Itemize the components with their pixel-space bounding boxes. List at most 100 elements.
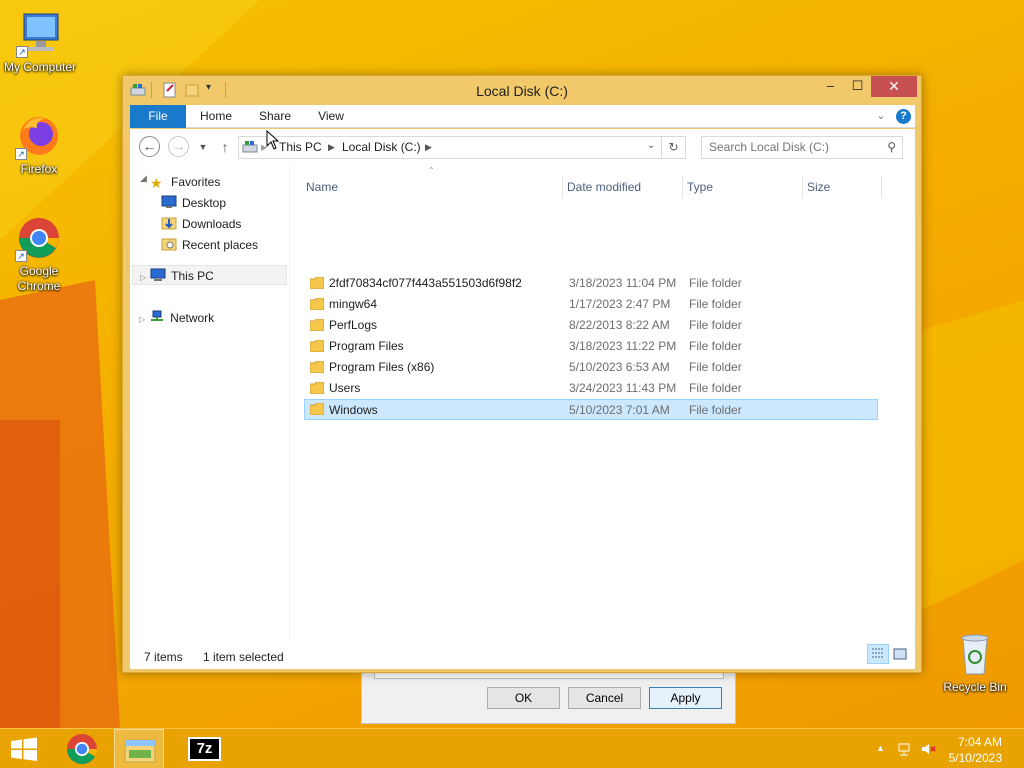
close-button[interactable]: ✕ — [871, 76, 917, 97]
firefox-icon: ↗ — [15, 112, 63, 160]
file-type: File folder — [689, 403, 742, 417]
folder-icon — [310, 382, 324, 394]
desktop-icon-label: Google Chrome — [17, 264, 61, 293]
clock[interactable]: 7:04 AM 5/10/2023 — [949, 734, 1002, 766]
tab-file[interactable]: File — [130, 105, 186, 128]
file-explorer-icon — [124, 739, 156, 763]
nav-desktop[interactable]: Desktop — [161, 193, 226, 213]
star-icon: ★ — [150, 175, 163, 191]
status-bar: 7 items 1 item selected — [130, 639, 915, 669]
desktop-icon-firefox[interactable]: ↗ Firefox — [0, 112, 79, 177]
nav-this-pc-label: This PC — [171, 269, 214, 283]
desktop-icon-label: My Computer — [3, 60, 77, 74]
expand-arrow-icon[interactable]: ▷ — [140, 273, 146, 282]
tab-view[interactable]: View — [309, 105, 353, 128]
nav-this-pc[interactable]: ▷ This PC — [132, 265, 287, 285]
desktop-icon-recycle-bin[interactable]: Recycle Bin — [935, 630, 1015, 695]
forward-button[interactable]: → — [168, 136, 189, 157]
address-dropdown-icon[interactable]: ⌄ — [647, 140, 655, 151]
network-status-icon[interactable] — [897, 741, 913, 760]
file-name: PerfLogs — [329, 318, 378, 332]
breadcrumb-this-pc[interactable]: This PC — [279, 140, 322, 154]
file-date: 3/18/2023 11:22 PM — [569, 339, 677, 353]
search-box[interactable]: ⚲ — [701, 136, 903, 159]
breadcrumb-separator-icon[interactable]: ▶ — [328, 142, 335, 153]
file-type: File folder — [689, 318, 742, 332]
desktop-icon-my-computer[interactable]: ↗ My Computer — [0, 10, 80, 75]
desktop-icon — [161, 195, 177, 209]
taskbar-chrome[interactable] — [57, 729, 107, 768]
column-header-date-modified[interactable]: Date modified — [563, 176, 683, 198]
nav-favorites[interactable]: ★ Favorites — [150, 172, 220, 192]
windows-logo-icon — [11, 737, 37, 761]
expand-arrow-icon[interactable]: ◢ — [140, 173, 147, 184]
background-dialog: OK Cancel Apply — [361, 672, 736, 724]
column-header-name[interactable]: Name — [302, 176, 563, 198]
chrome-icon — [67, 734, 98, 765]
taskbar-7zip[interactable]: 7z — [180, 729, 230, 768]
recent-places-icon — [161, 237, 177, 251]
large-icons-view-icon — [893, 648, 907, 660]
large-icons-view-button[interactable] — [889, 644, 911, 664]
desktop-icon-label: Firefox — [20, 162, 58, 176]
table-row[interactable]: PerfLogs 8/22/2013 8:22 AM File folder — [305, 315, 879, 336]
tab-home[interactable]: Home — [194, 105, 238, 128]
expand-arrow-icon[interactable]: ▷ — [139, 315, 145, 324]
taskbar: 7z ▲ 7:04 AM 5/10/2023 — [0, 728, 1024, 768]
file-date: 1/17/2023 2:47 PM — [569, 297, 671, 311]
navigation-bar: ← → ▼ ↑ ▸ This PC ▶ Local Disk (C:) ▶ ⌄ … — [130, 129, 915, 166]
maximize-button[interactable]: ☐ — [844, 76, 871, 97]
table-row[interactable]: Users 3/24/2023 11:43 PM File folder — [305, 378, 879, 399]
shortcut-arrow-icon: ↗ — [15, 148, 27, 160]
clock-time: 7:04 AM — [957, 735, 1002, 749]
taskbar-file-explorer[interactable] — [114, 729, 164, 768]
nav-recent-places-label: Recent places — [182, 238, 259, 252]
cancel-button[interactable]: Cancel — [568, 687, 641, 709]
ok-button[interactable]: OK — [487, 687, 560, 709]
file-date: 3/24/2023 11:43 PM — [569, 381, 677, 395]
file-name: 2fdf70834cf077f443a551503d6f98f2 — [329, 276, 522, 290]
file-name: Program Files (x86) — [329, 360, 435, 374]
table-row[interactable]: 2fdf70834cf077f443a551503d6f98f2 3/18/20… — [305, 273, 879, 294]
show-hidden-icons-icon[interactable]: ▲ — [876, 743, 885, 753]
selection-count: 1 item selected — [203, 650, 284, 664]
apply-button[interactable]: Apply — [649, 687, 722, 709]
column-header-type[interactable]: Type — [683, 176, 803, 198]
minimize-button[interactable]: – — [817, 76, 844, 97]
desktop-icon-label: Recycle Bin — [943, 680, 1007, 694]
details-view-icon — [872, 648, 884, 658]
address-bar[interactable]: ▸ This PC ▶ Local Disk (C:) ▶ ⌄ — [238, 136, 662, 159]
downloads-icon — [161, 216, 177, 230]
table-row[interactable]: Program Files (x86) 5/10/2023 6:53 AM Fi… — [305, 357, 879, 378]
column-header-size[interactable]: Size — [803, 176, 882, 198]
volume-muted-icon[interactable] — [920, 741, 938, 760]
up-button[interactable]: ↑ — [214, 136, 236, 158]
details-view-button[interactable] — [867, 644, 889, 664]
table-row-selected[interactable]: Windows 5/10/2023 7:01 AM File folder — [304, 399, 878, 420]
back-button[interactable]: ← — [139, 136, 160, 157]
folder-icon — [310, 340, 324, 352]
nav-network-label: Network — [170, 311, 215, 325]
refresh-button[interactable]: ↻ — [662, 136, 686, 159]
title-bar[interactable]: ▾ Local Disk (C:) – ☐ ✕ — [123, 76, 921, 104]
table-row[interactable]: Program Files 3/18/2023 11:22 PM File fo… — [305, 336, 879, 357]
tab-share[interactable]: Share — [253, 105, 297, 128]
desktop-icon-google-chrome[interactable]: ↗ Google Chrome — [0, 214, 79, 294]
expand-ribbon-icon[interactable]: ⌄ — [874, 105, 888, 128]
search-input[interactable] — [709, 140, 874, 154]
mouse-cursor-icon — [266, 130, 280, 150]
explorer-body: ◢ ★ Favorites Desktop Downloads Recent pl… — [130, 166, 915, 639]
start-button[interactable] — [0, 729, 48, 768]
nav-downloads[interactable]: Downloads — [161, 214, 241, 234]
item-count: 7 items — [144, 650, 183, 664]
file-name: Program Files — [329, 339, 404, 353]
search-icon[interactable]: ⚲ — [887, 140, 896, 154]
nav-network[interactable]: ▷ Network — [132, 308, 214, 328]
nav-recent-places[interactable]: Recent places — [161, 235, 258, 255]
breadcrumb-separator-icon[interactable]: ▶ — [425, 142, 432, 153]
help-icon[interactable]: ? — [896, 109, 911, 124]
table-row[interactable]: mingw64 1/17/2023 2:47 PM File folder — [305, 294, 879, 315]
recent-locations-icon[interactable]: ▼ — [192, 136, 214, 158]
file-type: File folder — [689, 276, 742, 290]
breadcrumb-local-disk[interactable]: Local Disk (C:) — [342, 140, 421, 154]
